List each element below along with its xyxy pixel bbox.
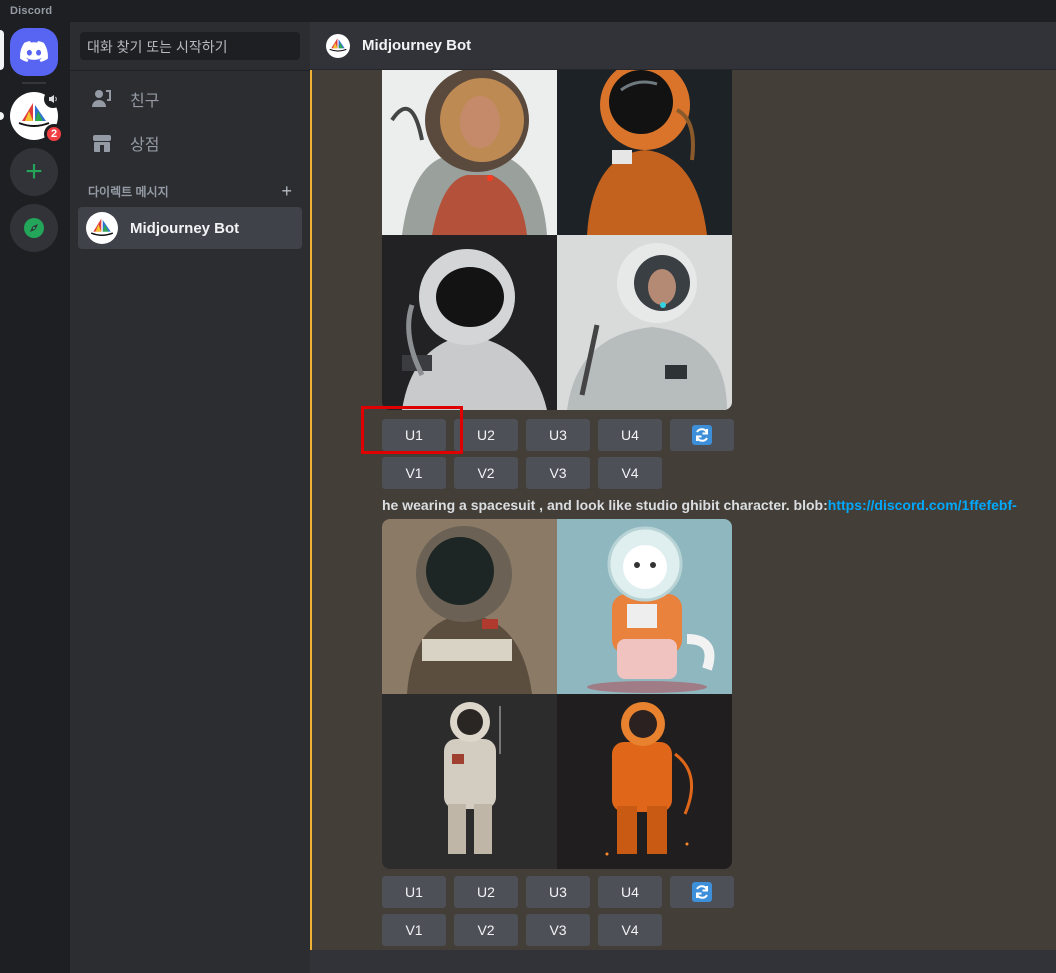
variation-buttons-2: V1 V2 V3 V4 — [382, 914, 662, 946]
image-grid-2[interactable] — [382, 519, 732, 869]
nav-friends[interactable]: 친구 — [78, 78, 302, 120]
astronaut-image[interactable] — [557, 235, 732, 410]
v3-button[interactable]: V3 — [526, 914, 590, 946]
v4-button[interactable]: V4 — [598, 457, 662, 489]
v1-button[interactable]: V1 — [382, 914, 446, 946]
title-bar: Discord — [0, 0, 1056, 22]
unread-pill — [0, 112, 4, 120]
midjourney-server-button[interactable]: 2 — [10, 90, 64, 144]
prompt-link[interactable]: https://discord.com/1ffefebf- — [828, 497, 1017, 513]
chat-header: Midjourney Bot — [310, 22, 1056, 70]
reroll-button[interactable] — [670, 876, 734, 908]
avatar — [86, 212, 118, 244]
prompt-text: he wearing a spacesuit , and look like s… — [382, 497, 1056, 513]
dm-section-title: 다이렉트 메시지 — [88, 184, 169, 199]
home-button[interactable] — [10, 28, 58, 76]
variation-buttons-1: V1 V2 V3 V4 — [382, 457, 662, 489]
astronaut-image[interactable] — [382, 519, 557, 694]
astronaut-image[interactable] — [382, 235, 557, 410]
refresh-icon — [692, 425, 712, 445]
u4-button[interactable]: U4 — [598, 419, 662, 451]
v1-button[interactable]: V1 — [382, 457, 446, 489]
server-rail: 2 + — [0, 22, 70, 973]
shop-icon — [90, 131, 114, 155]
dm-sidebar: 대화 찾기 또는 시작하기 친구 상점 다이렉트 메시지 + Midjourne… — [70, 22, 310, 973]
upscale-buttons-2: U1 U2 U3 U4 — [382, 876, 734, 908]
chat-title: Midjourney Bot — [362, 37, 472, 54]
prompt-body: he wearing a spacesuit , and look like s… — [382, 497, 828, 513]
v2-button[interactable]: V2 — [454, 914, 518, 946]
nav-shop[interactable]: 상점 — [78, 122, 302, 164]
astronaut-image[interactable] — [382, 694, 557, 869]
refresh-icon — [692, 882, 712, 902]
app-brand: Discord — [10, 5, 53, 17]
astronaut-image[interactable] — [557, 70, 732, 235]
dm-section-header: 다이렉트 메시지 + — [88, 181, 292, 202]
dm-item-midjourney-bot[interactable]: Midjourney Bot — [78, 207, 302, 249]
plus-icon: + — [25, 155, 43, 188]
compass-icon — [24, 218, 44, 238]
astronaut-image[interactable] — [557, 694, 732, 869]
u3-button[interactable]: U3 — [526, 419, 590, 451]
u1-highlight-box — [361, 406, 463, 454]
u2-button[interactable]: U2 — [454, 419, 518, 451]
u4-button[interactable]: U4 — [598, 876, 662, 908]
u2-button[interactable]: U2 — [454, 876, 518, 908]
message-feed: U1 U2 U3 U4 V1 V2 V3 V4 he wearing a spa… — [310, 70, 1056, 950]
add-server-button[interactable]: + — [10, 148, 58, 196]
astronaut-image[interactable] — [382, 70, 557, 235]
speaker-icon — [44, 90, 62, 108]
nav-shop-label: 상점 — [130, 137, 160, 154]
reroll-button[interactable] — [670, 419, 734, 451]
v2-button[interactable]: V2 — [454, 457, 518, 489]
cat-astronaut-image[interactable] — [557, 519, 732, 694]
image-grid-1[interactable] — [382, 70, 732, 410]
u1-button[interactable]: U1 — [382, 876, 446, 908]
midjourney-boat-icon — [90, 218, 114, 236]
v4-button[interactable]: V4 — [598, 914, 662, 946]
mention-badge: 2 — [44, 124, 64, 144]
bottom-bar — [310, 950, 1056, 973]
nav-friends-label: 친구 — [130, 93, 160, 110]
explore-servers-button[interactable] — [10, 204, 58, 252]
midjourney-boat-icon — [329, 38, 347, 52]
home-pill — [0, 30, 4, 70]
create-dm-plus-icon[interactable]: + — [281, 181, 292, 202]
discord-logo-icon — [20, 41, 48, 62]
u3-button[interactable]: U3 — [526, 876, 590, 908]
avatar — [326, 33, 350, 58]
server-separator — [22, 82, 46, 84]
friends-icon — [90, 87, 114, 111]
v3-button[interactable]: V3 — [526, 457, 590, 489]
dm-item-label: Midjourney Bot — [130, 219, 240, 237]
chat-main: Midjourney Bot U1 U2 U3 U4 V1 V2 V3 V4 h… — [310, 22, 1056, 973]
dm-search-input[interactable]: 대화 찾기 또는 시작하기 — [80, 32, 300, 60]
dm-divider — [70, 70, 310, 71]
